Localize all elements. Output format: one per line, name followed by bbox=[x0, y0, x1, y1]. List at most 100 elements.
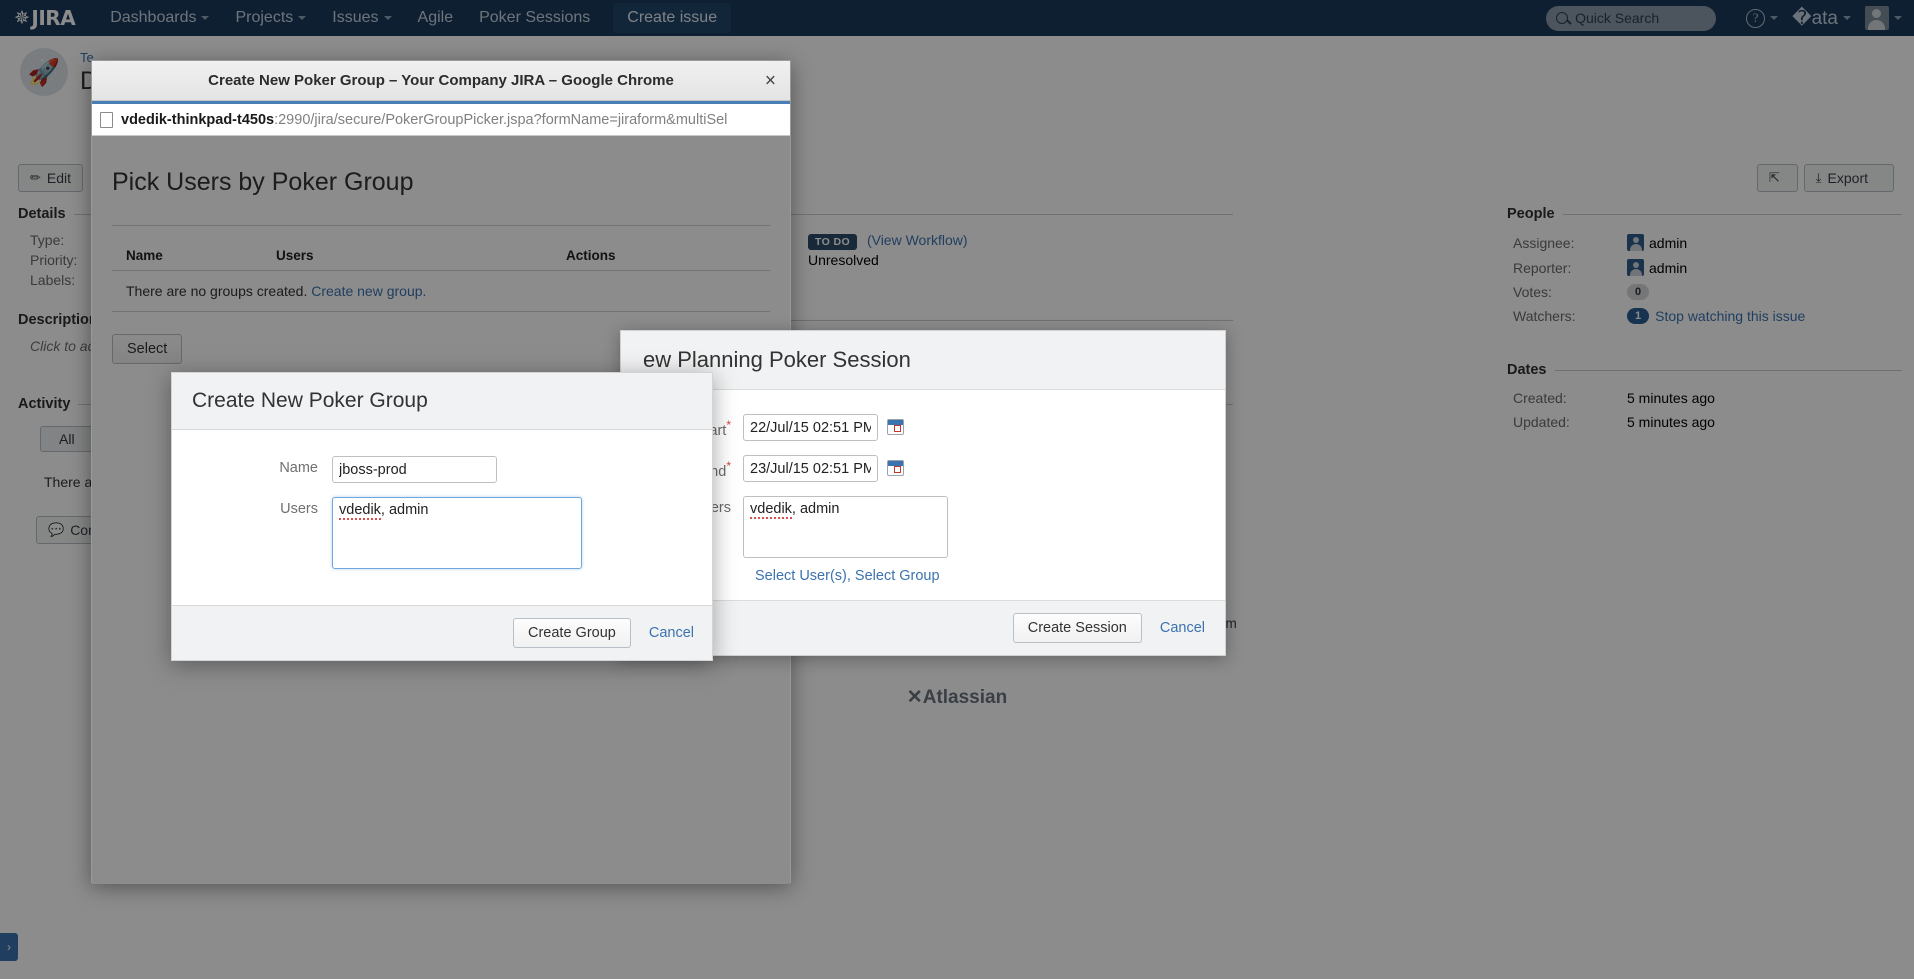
group-name-input[interactable] bbox=[332, 456, 497, 483]
cancel-session-link[interactable]: Cancel bbox=[1160, 620, 1205, 636]
dates-heading: Dates bbox=[1507, 362, 1902, 378]
calendar-icon[interactable] bbox=[887, 460, 904, 476]
nav-item-issues[interactable]: Issues bbox=[319, 0, 404, 36]
select-users-link[interactable]: Select User(s) bbox=[755, 568, 847, 584]
poker-session-dialog-title: ew Planning Poker Session bbox=[643, 347, 911, 372]
nav-item-dashboards[interactable]: Dashboards bbox=[97, 0, 222, 36]
updated-label: Updated: bbox=[1513, 414, 1570, 430]
gear-icon: �ata bbox=[1792, 7, 1838, 29]
calendar-icon[interactable] bbox=[887, 419, 904, 435]
export-bar: ⇱ ⤓ Export bbox=[1756, 164, 1900, 192]
share-icon: ⇱ bbox=[1768, 170, 1780, 185]
view-workflow-link[interactable]: (View Workflow) bbox=[867, 232, 968, 248]
close-icon[interactable]: × bbox=[765, 71, 776, 90]
chevron-down-icon bbox=[201, 15, 210, 20]
reporter-row: Reporter: admin bbox=[1507, 259, 1902, 276]
issue-action-bar: ✏ Edit bbox=[18, 164, 89, 192]
create-group-button[interactable]: Create Group bbox=[513, 618, 631, 648]
updated-row: Updated: 5 minutes ago bbox=[1507, 414, 1902, 430]
edit-button[interactable]: ✏ Edit bbox=[18, 164, 84, 192]
profile-menu[interactable] bbox=[1865, 6, 1902, 30]
reporter-label: Reporter: bbox=[1513, 259, 1572, 276]
create-group-modal-body: Name Users vdedik, admin bbox=[172, 430, 712, 605]
cancel-group-link[interactable]: Cancel bbox=[649, 625, 694, 641]
create-group-modal-title: Create New Poker Group bbox=[192, 389, 428, 412]
nav-right-group: Quick Search ? �ata bbox=[1546, 5, 1914, 31]
tab-all[interactable]: All bbox=[40, 426, 94, 452]
created-row: Created: 5 minutes ago bbox=[1507, 390, 1902, 406]
issue-header: 🚀 Te D bbox=[20, 48, 98, 96]
nav-item-dashboards-label: Dashboards bbox=[110, 9, 197, 26]
url-path: :2990/jira/secure/PokerGroupPicker.jspa?… bbox=[274, 111, 728, 128]
sidebar-expand-handle[interactable]: › bbox=[0, 933, 18, 961]
nav-item-projects[interactable]: Projects bbox=[222, 0, 319, 36]
chevron-down-icon bbox=[298, 15, 307, 20]
nav-item-agile[interactable]: Agile bbox=[405, 0, 467, 36]
assignee-label: Assignee: bbox=[1513, 234, 1575, 251]
chevron-down-icon bbox=[383, 15, 392, 20]
group-name-label: Name bbox=[279, 460, 318, 476]
create-group-modal-footer: Create Group Cancel bbox=[172, 605, 712, 660]
users-misspelled-token: vdedik bbox=[339, 502, 381, 520]
votes-label: Votes: bbox=[1513, 284, 1552, 300]
search-input[interactable]: Quick Search bbox=[1546, 5, 1717, 31]
avatar bbox=[1627, 259, 1644, 276]
share-button[interactable]: ⇱ bbox=[1756, 164, 1798, 192]
users-field-row: y Users vdedik, admin bbox=[643, 496, 1203, 558]
chrome-titlebar: Create New Poker Group – Your Company JI… bbox=[92, 61, 790, 101]
create-issue-button[interactable]: Create issue bbox=[613, 3, 732, 33]
download-icon: ⤓ bbox=[1815, 170, 1822, 185]
url-text: vdedik-thinkpad-t450s:2990/jira/secure/P… bbox=[121, 112, 727, 128]
start-field-row: Start* bbox=[643, 414, 1203, 441]
edit-button-label: Edit bbox=[46, 170, 72, 186]
issue-right-column: People Assignee: admin Reporter: admin V… bbox=[1507, 206, 1902, 438]
export-button[interactable]: ⤓ Export bbox=[1803, 164, 1894, 192]
jira-mark-icon: ✵ bbox=[14, 7, 30, 29]
atlassian-label: Atlassian bbox=[922, 687, 1008, 708]
session-users-textarea[interactable]: vdedik, admin bbox=[743, 496, 948, 558]
end-field-row: End* bbox=[643, 455, 1203, 482]
select-group-link[interactable]: Select Group bbox=[855, 568, 940, 584]
project-avatar-icon: 🚀 bbox=[20, 48, 68, 96]
votes-row: Votes: 0 bbox=[1507, 284, 1902, 300]
document-icon bbox=[100, 111, 113, 128]
users-rest-token: , admin bbox=[380, 502, 429, 518]
jira-logo-label: JIRA bbox=[31, 6, 76, 30]
people-heading: People bbox=[1507, 206, 1902, 222]
group-users-textarea[interactable]: vdedik, admin bbox=[332, 497, 582, 569]
stop-watching-link[interactable]: Stop watching this issue bbox=[1655, 308, 1805, 324]
group-name-row: Name bbox=[192, 456, 692, 483]
jira-logo[interactable]: ✵ JIRA bbox=[14, 6, 76, 30]
updated-value: 5 minutes ago bbox=[1627, 414, 1715, 430]
user-select-links: Select User(s), Select Group bbox=[755, 568, 1203, 584]
links-separator: , bbox=[846, 568, 855, 584]
chevron-down-icon bbox=[1894, 16, 1902, 20]
help-menu[interactable]: ? bbox=[1746, 8, 1779, 28]
url-host: vdedik-thinkpad-t450s bbox=[121, 111, 275, 128]
description-heading-label: Description bbox=[18, 312, 98, 328]
details-heading-label: Details bbox=[18, 206, 66, 222]
nav-item-issues-label: Issues bbox=[332, 9, 379, 26]
votes-badge: 0 bbox=[1627, 284, 1650, 300]
assignee-row: Assignee: admin bbox=[1507, 234, 1902, 251]
divider bbox=[1562, 213, 1902, 215]
status-row: TO DO (View Workflow) bbox=[808, 232, 968, 250]
speech-bubble-icon: 💬 bbox=[48, 522, 65, 537]
top-navigation-bar: ✵ JIRA Dashboards Projects Issues Agile P… bbox=[0, 0, 1914, 36]
end-date-input[interactable] bbox=[743, 455, 878, 482]
create-poker-group-modal: Create New Poker Group Name Users vdedik… bbox=[171, 372, 713, 661]
atlassian-mark-icon: ✕ bbox=[906, 687, 923, 708]
group-users-row: Users vdedik, admin bbox=[192, 497, 692, 569]
people-heading-label: People bbox=[1507, 206, 1555, 222]
assignee-value: admin bbox=[1649, 234, 1688, 251]
search-icon bbox=[1556, 12, 1569, 24]
watchers-row: Watchers: 1 Stop watching this issue bbox=[1507, 308, 1902, 324]
chrome-url-bar[interactable]: vdedik-thinkpad-t450s:2990/jira/secure/P… bbox=[92, 104, 790, 136]
nav-item-poker-sessions[interactable]: Poker Sessions bbox=[466, 0, 603, 36]
create-session-button[interactable]: Create Session bbox=[1012, 613, 1142, 643]
divider bbox=[1554, 369, 1902, 371]
help-circle-icon: ? bbox=[1746, 8, 1766, 28]
settings-menu[interactable]: �ata bbox=[1792, 9, 1851, 28]
start-date-input[interactable] bbox=[743, 414, 878, 441]
nav-item-projects-label: Projects bbox=[235, 9, 294, 26]
